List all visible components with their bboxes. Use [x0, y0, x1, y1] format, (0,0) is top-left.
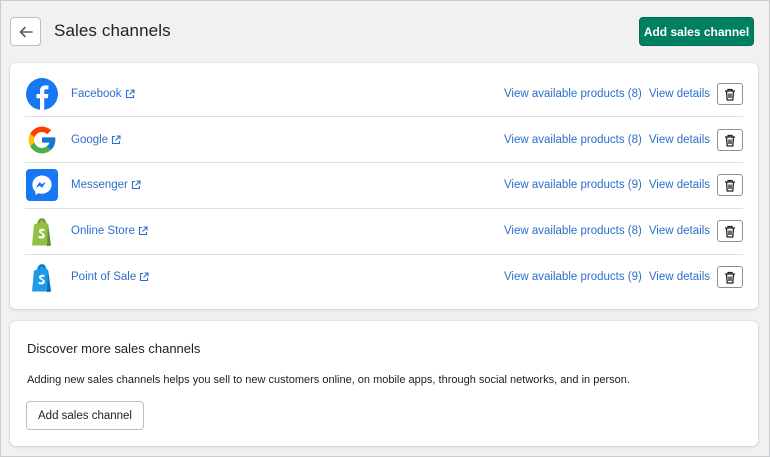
view-available-products-link[interactable]: View available products (8) — [504, 134, 642, 146]
messenger-logo-icon — [26, 169, 58, 201]
facebook-logo-icon — [26, 78, 58, 110]
trash-icon — [725, 271, 735, 284]
delete-button[interactable] — [717, 129, 743, 151]
row-actions: View available products (8) View details — [504, 220, 743, 242]
trash-icon — [725, 134, 735, 147]
channel-name: Google — [71, 134, 109, 146]
channel-name-link[interactable]: Online Store — [71, 225, 148, 237]
row-actions: View available products (9) View details — [504, 174, 743, 196]
channels-card: Facebook View available products (8) Vie… — [10, 63, 758, 309]
view-available-products-link[interactable]: View available products (9) — [504, 179, 642, 191]
channel-name: Facebook — [71, 88, 122, 100]
discover-description: Adding new sales channels helps you sell… — [27, 374, 630, 386]
channel-name: Online Store — [71, 225, 135, 237]
shopify-online-store-logo-icon — [26, 215, 58, 247]
channel-name: Point of Sale — [71, 271, 137, 283]
trash-icon — [725, 88, 735, 101]
shopify-pos-logo-icon — [26, 261, 58, 293]
view-available-products-link[interactable]: View available products (9) — [504, 271, 642, 283]
view-details-link[interactable]: View details — [649, 88, 710, 100]
external-link-icon — [138, 226, 148, 236]
channel-row-google: Google View available products (8) View … — [25, 117, 743, 163]
channel-row-messenger: Messenger View available products (9) Vi… — [25, 162, 743, 208]
channel-row-point-of-sale: Point of Sale View available products (9… — [25, 254, 743, 300]
view-details-link[interactable]: View details — [649, 271, 710, 283]
google-logo-icon — [26, 124, 58, 156]
channel-row-facebook: Facebook View available products (8) Vie… — [25, 71, 743, 117]
trash-icon — [725, 179, 735, 192]
channel-name-link[interactable]: Facebook — [71, 88, 135, 100]
external-link-icon — [125, 89, 135, 99]
delete-button[interactable] — [717, 220, 743, 242]
channel-name-link[interactable]: Point of Sale — [71, 271, 149, 283]
channel-row-online-store: Online Store View available products (8)… — [25, 208, 743, 254]
external-link-icon — [140, 272, 149, 282]
row-actions: View available products (8) View details — [504, 83, 743, 105]
channel-name-link[interactable]: Messenger — [71, 179, 141, 191]
channel-name-link[interactable]: Google — [71, 134, 121, 146]
view-available-products-link[interactable]: View available products (8) — [504, 88, 642, 100]
trash-icon — [725, 225, 735, 238]
view-details-link[interactable]: View details — [649, 134, 710, 146]
delete-button[interactable] — [717, 174, 743, 196]
external-link-icon — [131, 180, 141, 190]
back-button[interactable] — [10, 17, 41, 46]
app-frame: Sales channels Add sales channel Faceboo… — [0, 0, 770, 457]
channel-name: Messenger — [71, 179, 128, 191]
arrow-left-icon — [19, 26, 33, 37]
delete-button[interactable] — [717, 83, 743, 105]
delete-button[interactable] — [717, 266, 743, 288]
row-actions: View available products (9) View details — [504, 266, 743, 288]
view-details-link[interactable]: View details — [649, 225, 710, 237]
discover-add-sales-channel-button[interactable]: Add sales channel — [26, 401, 144, 430]
external-link-icon — [112, 135, 121, 145]
row-actions: View available products (8) View details — [504, 129, 743, 151]
view-details-link[interactable]: View details — [649, 179, 710, 191]
page-title: Sales channels — [54, 21, 171, 40]
view-available-products-link[interactable]: View available products (8) — [504, 225, 642, 237]
discover-title: Discover more sales channels — [27, 341, 201, 356]
discover-card: Discover more sales channels Adding new … — [10, 321, 758, 446]
add-sales-channel-button[interactable]: Add sales channel — [639, 17, 754, 46]
